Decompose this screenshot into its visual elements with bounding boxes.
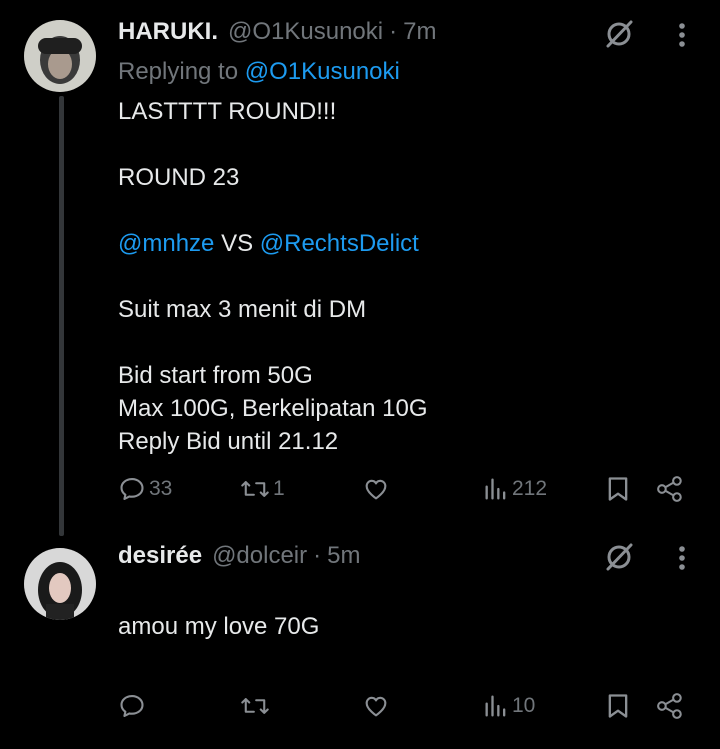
- tweet-1[interactable]: HARUKI. @O1Kusunoki · 7m Replying to @O1…: [0, 0, 720, 536]
- dot-separator: ·: [313, 542, 322, 569]
- views-button[interactable]: 10: [483, 692, 535, 720]
- display-name[interactable]: HARUKI.: [118, 18, 218, 46]
- retweet-icon: [241, 698, 269, 714]
- more-vertical-icon: [679, 23, 685, 47]
- vs-text: VS: [214, 230, 260, 257]
- avatar-image: [24, 20, 96, 92]
- retweet-count: 1: [273, 477, 285, 500]
- avatar-image: [24, 548, 96, 620]
- display-name[interactable]: desirée: [118, 542, 202, 570]
- replying-to-mention[interactable]: @O1Kusunoki: [245, 58, 400, 85]
- like-button[interactable]: [362, 475, 393, 503]
- tweet-body-line: Bid start from 50G Max 100G, Berkelipata…: [118, 362, 428, 455]
- like-icon: [365, 479, 387, 500]
- tweet-actions: 33 1 212: [0, 471, 720, 511]
- views-icon: [485, 478, 506, 500]
- more-options-button[interactable]: [670, 17, 694, 53]
- tweet-actions: 10: [0, 688, 720, 728]
- tweet-2[interactable]: desirée @dolceir · 5m amou my love 70G 1…: [0, 530, 720, 749]
- views-count: 10: [512, 694, 536, 717]
- timestamp[interactable]: 5m: [327, 542, 360, 570]
- retweet-icon: [241, 481, 269, 497]
- reply-count: 33: [149, 477, 173, 500]
- more-vertical-icon: [679, 546, 685, 570]
- like-icon: [365, 696, 387, 717]
- tweet-body-line: ROUND 23: [118, 164, 240, 191]
- replying-to-label: Replying to: [118, 58, 239, 85]
- avatar[interactable]: [24, 20, 96, 92]
- views-icon: [485, 695, 506, 717]
- views-button[interactable]: 212: [483, 475, 547, 503]
- bookmark-button[interactable]: [605, 475, 631, 503]
- dot-separator: ·: [389, 18, 398, 45]
- share-icon: [657, 476, 682, 502]
- tweet-body: amou my love 70G: [118, 613, 320, 640]
- reply-icon: [120, 478, 144, 500]
- reply-button[interactable]: 33: [118, 475, 172, 503]
- grok-icon: [606, 543, 633, 571]
- replying-to: Replying to @O1Kusunoki: [118, 58, 400, 86]
- mention-link[interactable]: @mnhze: [118, 230, 214, 257]
- tweet-header: desirée @dolceir · 5m: [118, 542, 360, 570]
- grok-button[interactable]: [600, 17, 638, 51]
- tweet-body-line: Suit max 3 menit di DM: [118, 296, 367, 323]
- grok-icon: [606, 20, 633, 48]
- more-options-button[interactable]: [670, 540, 694, 576]
- bookmark-icon: [608, 694, 628, 718]
- share-icon: [657, 693, 682, 719]
- timestamp[interactable]: 7m: [403, 18, 436, 46]
- avatar[interactable]: [24, 548, 96, 620]
- bookmark-button[interactable]: [605, 692, 631, 720]
- user-handle[interactable]: @dolceir: [212, 542, 307, 570]
- grok-button[interactable]: [600, 540, 638, 574]
- user-handle[interactable]: @O1Kusunoki: [228, 18, 383, 46]
- tweet-header: HARUKI. @O1Kusunoki · 7m: [118, 18, 436, 46]
- thread-line: [59, 96, 64, 536]
- like-button[interactable]: [362, 692, 393, 720]
- retweet-button[interactable]: [240, 692, 273, 720]
- share-button[interactable]: [655, 692, 685, 720]
- views-count: 212: [512, 477, 548, 500]
- retweet-button[interactable]: 1: [240, 475, 285, 503]
- bookmark-icon: [608, 477, 628, 501]
- reply-icon: [120, 695, 144, 717]
- mention-link[interactable]: @RechtsDelict: [260, 230, 419, 257]
- tweet-body-mentions: @mnhze VS @RechtsDelict: [118, 227, 419, 260]
- tweet-body-line: LASTTTT ROUND!!!: [118, 98, 337, 125]
- reply-button[interactable]: [118, 692, 149, 720]
- share-button[interactable]: [655, 475, 685, 503]
